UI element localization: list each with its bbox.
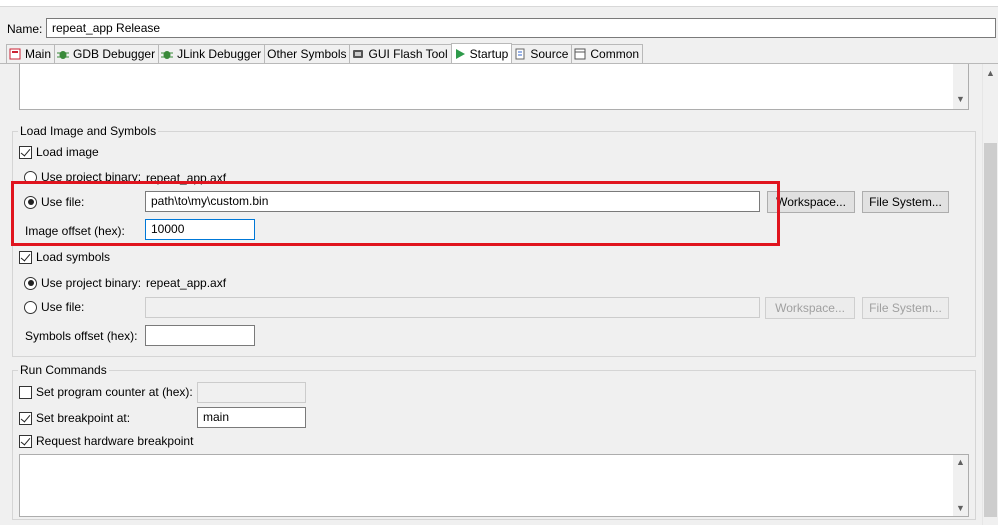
- load-symbols-row[interactable]: Load symbols: [19, 250, 110, 264]
- hw-breakpoint-checkbox[interactable]: [19, 434, 32, 448]
- window-top-strip: [0, 0, 998, 7]
- load-symbols-label: Load symbols: [36, 250, 111, 264]
- load-image-group-title: Load Image and Symbols: [18, 124, 159, 138]
- tab-bar: Main GDB Debugger JLink Debugger Other S…: [6, 43, 644, 64]
- scroll-up-icon[interactable]: ▲: [956, 457, 965, 467]
- tab-common[interactable]: Common: [571, 44, 644, 63]
- sym-use-project-binary-radio[interactable]: [24, 276, 37, 290]
- workspace-button[interactable]: Workspace...: [767, 191, 855, 213]
- load-symbols-checkbox[interactable]: [19, 250, 32, 264]
- source-icon: [514, 48, 526, 60]
- main-tab-icon: [9, 48, 21, 60]
- tab-startup[interactable]: Startup: [450, 43, 513, 64]
- name-label: Name:: [7, 22, 43, 36]
- tab-gdb-debugger[interactable]: GDB Debugger: [54, 44, 160, 63]
- run-commands-textarea[interactable]: [19, 454, 969, 517]
- tab-label: GDB Debugger: [73, 47, 156, 61]
- sym-use-file-row[interactable]: Use file:: [24, 300, 84, 314]
- play-icon: [454, 48, 466, 60]
- run-commands-group-title: Run Commands: [18, 363, 109, 377]
- hw-breakpoint-label: Request hardware breakpoint: [36, 434, 194, 448]
- sym-use-file-label: Use file:: [41, 300, 85, 314]
- run-commands-scrollbar[interactable]: ▲ ▼: [953, 455, 968, 516]
- tab-label: GUI Flash Tool: [368, 47, 448, 61]
- tab-label: Main: [25, 47, 52, 61]
- tab-label: Common: [590, 47, 640, 61]
- load-image-row[interactable]: Load image: [19, 145, 99, 159]
- set-breakpoint-row[interactable]: Set breakpoint at:: [19, 411, 130, 425]
- tab-main[interactable]: Main: [6, 44, 56, 63]
- set-breakpoint-label: Set breakpoint at:: [36, 411, 131, 425]
- scroll-up-icon[interactable]: ▲: [986, 68, 995, 78]
- tab-label: Other Symbols: [267, 47, 347, 61]
- init-commands-textarea[interactable]: [19, 64, 969, 110]
- file-system-button[interactable]: File System...: [862, 191, 949, 213]
- tab-jlink-debugger[interactable]: JLink Debugger: [158, 44, 266, 63]
- symbols-offset-label: Symbols offset (hex):: [25, 329, 138, 343]
- tab-label: Startup: [469, 47, 509, 61]
- tab-label: JLink Debugger: [177, 47, 262, 61]
- scroll-down-icon[interactable]: ▼: [956, 503, 965, 513]
- tab-label: Source: [530, 47, 569, 61]
- sym-file-system-button[interactable]: File System...: [862, 297, 949, 319]
- tab-other-symbols[interactable]: Other Symbols: [264, 44, 351, 63]
- sym-project-binary-value: repeat_app.axf: [146, 276, 227, 290]
- set-pc-row[interactable]: Set program counter at (hex):: [19, 385, 193, 399]
- sym-use-project-binary-row[interactable]: Use project binary:: [24, 276, 141, 290]
- bug-icon: [161, 48, 174, 60]
- load-image-checkbox[interactable]: [19, 145, 32, 159]
- common-icon: [574, 48, 586, 60]
- sym-workspace-button[interactable]: Workspace...: [765, 297, 855, 319]
- bug-icon: [57, 48, 70, 60]
- load-image-label: Load image: [36, 145, 99, 159]
- highlight-box: [11, 181, 780, 246]
- hw-breakpoint-row[interactable]: Request hardware breakpoint: [19, 434, 193, 448]
- init-commands-scrollbar[interactable]: ▼: [953, 64, 968, 109]
- panel-scrollbar-thumb[interactable]: [984, 143, 997, 517]
- sym-use-project-binary-label: Use project binary:: [41, 276, 142, 290]
- symbols-offset-input[interactable]: [145, 325, 255, 346]
- set-breakpoint-checkbox[interactable]: [19, 411, 32, 425]
- set-pc-label: Set program counter at (hex):: [36, 385, 193, 399]
- sym-use-file-input[interactable]: [145, 297, 760, 318]
- set-breakpoint-input[interactable]: main: [197, 407, 306, 428]
- scroll-down-icon[interactable]: ▼: [956, 94, 965, 104]
- sym-use-file-radio[interactable]: [24, 300, 37, 314]
- name-input[interactable]: repeat_app Release: [46, 18, 996, 38]
- set-pc-input[interactable]: [197, 382, 306, 403]
- tab-gui-flash-tool[interactable]: GUI Flash Tool: [349, 44, 452, 63]
- flash-icon: [352, 48, 364, 60]
- set-pc-checkbox[interactable]: [19, 385, 32, 399]
- tab-source[interactable]: Source: [511, 44, 573, 63]
